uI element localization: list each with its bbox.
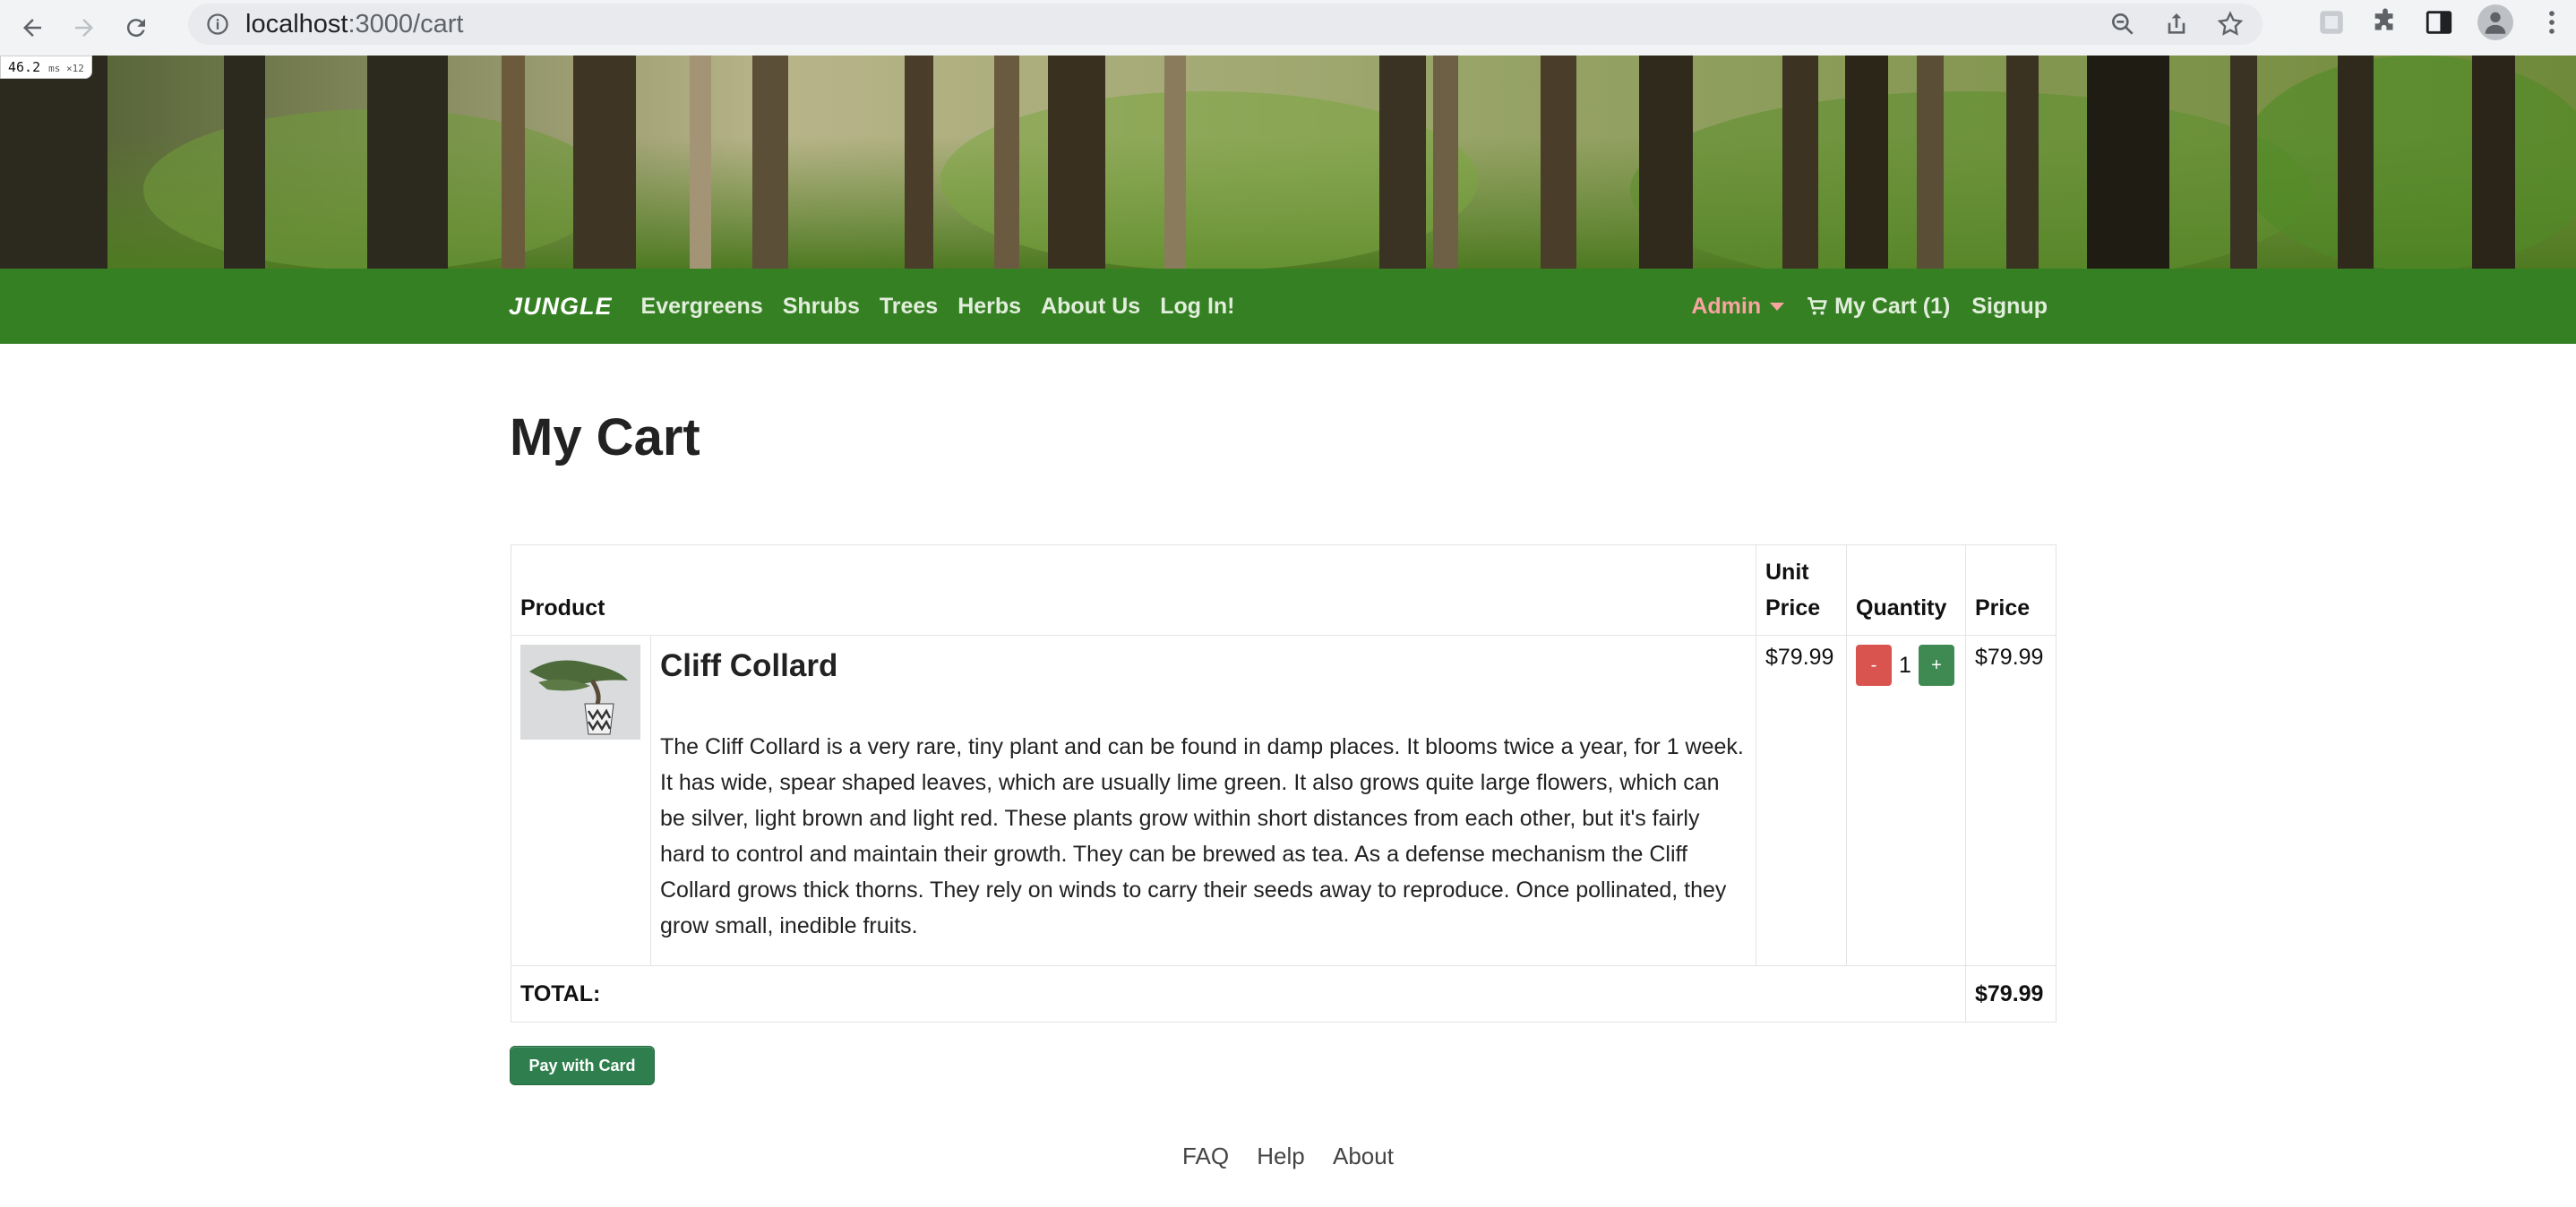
quantity-cell: - 1 + [1846,635,1966,966]
reload-icon [126,19,145,38]
footer-link-faq[interactable]: FAQ [1182,1143,1229,1169]
caret-down-icon [1770,302,1785,311]
my-cart-label: My Cart (1) [1834,293,1951,319]
share-icon[interactable] [2162,10,2191,39]
header-unit-price: Unit Price [1756,544,1847,636]
zoom-icon[interactable] [2108,10,2137,39]
footer-link-about[interactable]: About [1333,1143,1394,1169]
forward-button[interactable] [64,8,104,47]
table-row: Cliff Collard The Cliff Collard is a ver… [511,635,2057,966]
footer: FAQ Help About [0,1143,2576,1170]
total-label: TOTAL: [511,965,1966,1023]
puzzle-icon[interactable] [2370,7,2400,38]
nav-link-shrubs[interactable]: Shrubs [783,294,860,320]
browser-toolbar: localhost:3000/cart [0,0,2576,56]
forest-image [0,56,2576,269]
nav-link-herbs[interactable]: Herbs [957,294,1021,320]
increase-quantity-button[interactable]: + [1918,645,1954,686]
hero-banner [0,56,2576,269]
total-value: $79.99 [1965,965,2057,1023]
person-icon [2485,12,2506,34]
header-price: Price [1965,544,2057,636]
url-text[interactable]: localhost:3000/cart [245,10,463,39]
footer-link-help[interactable]: Help [1257,1143,1304,1169]
admin-dropdown[interactable]: Admin [1691,293,1785,320]
nav-link-login[interactable]: Log In! [1160,294,1234,320]
quantity-value: 1 [1899,652,1911,678]
product-image [520,645,640,740]
profile-avatar[interactable] [2477,4,2513,40]
my-cart-link[interactable]: My Cart (1) [1806,294,1950,320]
nav-link-evergreens[interactable]: Evergreens [641,294,763,320]
back-button[interactable] [13,8,52,47]
header-quantity: Quantity [1846,544,1966,636]
nav-link-trees[interactable]: Trees [880,294,938,320]
product-info-cell: Cliff Collard The Cliff Collard is a ver… [650,635,1756,966]
cart-table: Product Unit Price Quantity Price Cliff … [511,544,2057,1023]
total-row: TOTAL: $79.99 [511,965,2057,1023]
product-description: The Cliff Collard is a very rare, tiny p… [660,734,1744,938]
address-bar[interactable]: localhost:3000/cart [188,4,2263,45]
perf-badge: 46.2 ms ×12 [0,56,92,79]
reload-button[interactable] [116,8,156,47]
page-title: My Cart [510,408,700,467]
table-header-row: Product Unit Price Quantity Price [511,544,2057,636]
shopping-cart-icon [1807,297,1828,315]
side-panel-icon[interactable] [2424,7,2454,38]
unit-price-cell: $79.99 [1756,635,1847,966]
bonsai-image [520,645,640,740]
info-icon[interactable] [204,11,231,38]
arrow-right-icon [75,19,93,37]
decrease-quantity-button[interactable]: - [1856,645,1892,686]
star-icon[interactable] [2216,10,2245,39]
quantity-stepper: - 1 + [1856,645,1956,686]
price-cell: $79.99 [1965,635,2057,966]
kebab-menu-icon[interactable] [2537,7,2567,38]
product-image-cell [511,635,651,966]
admin-label: Admin [1691,293,1762,319]
product-name[interactable]: Cliff Collard [660,648,1747,684]
brand-logo[interactable]: JUNGLE [509,293,613,321]
extension-app-icon[interactable] [2316,7,2347,38]
pay-with-card-button[interactable]: Pay with Card [510,1046,655,1085]
main-navbar: JUNGLE Evergreens Shrubs Trees Herbs Abo… [0,269,2576,344]
nav-link-about-us[interactable]: About Us [1041,294,1140,320]
nav-link-signup[interactable]: Signup [1971,294,2048,320]
header-product: Product [511,544,1756,636]
arrow-left-icon [23,19,41,37]
